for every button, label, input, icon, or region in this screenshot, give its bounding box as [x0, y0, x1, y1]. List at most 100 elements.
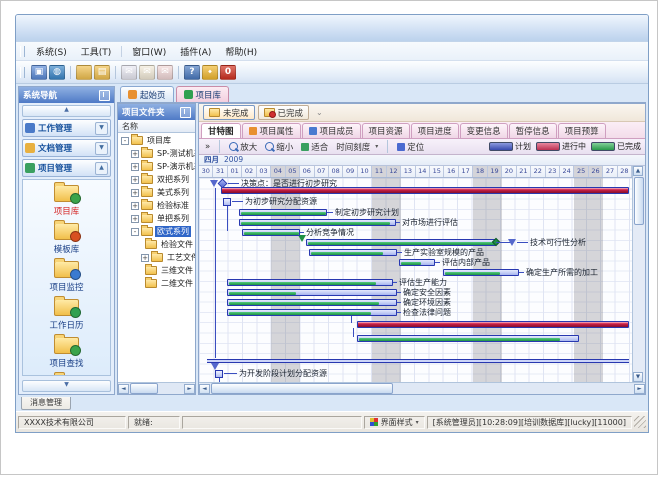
view-tab[interactable]: 项目进度 [411, 123, 459, 138]
status-tab[interactable]: 未完成 [203, 105, 255, 120]
gantt-bar[interactable] [239, 219, 396, 226]
gantt-bar[interactable] [227, 299, 397, 306]
tree-node[interactable]: +SP-测试机系列 [118, 147, 195, 160]
expander-icon[interactable]: - [131, 228, 139, 236]
mail-open-icon[interactable]: ✉ [139, 65, 155, 80]
gantt-bar[interactable] [357, 321, 629, 328]
toolbar-overflow-chevron[interactable]: » [203, 142, 212, 152]
sidebar-item[interactable]: 项目查找 [49, 337, 83, 369]
chevron-icon[interactable]: ▲ [95, 162, 108, 175]
gantt-milestone[interactable] [211, 363, 219, 370]
menu-item[interactable]: 系统(S) [29, 43, 74, 60]
expander-icon[interactable]: + [131, 150, 139, 158]
gantt-bar[interactable] [227, 279, 393, 286]
scroll-thumb[interactable] [211, 383, 393, 394]
stop-icon[interactable]: 0 [220, 65, 236, 80]
lock-icon[interactable]: ⬩ [202, 65, 218, 80]
view-tab[interactable]: 变更信息 [460, 123, 508, 138]
tree-node[interactable]: 检验文件 [118, 238, 195, 251]
view-tab[interactable]: 项目属性 [242, 123, 301, 138]
zoom-out-button[interactable]: 缩小 [263, 141, 295, 153]
gantt-milestone[interactable] [508, 239, 516, 246]
locate-button[interactable]: 定位 [395, 141, 426, 153]
time-scale-button[interactable]: 时间刻度▾ [334, 141, 380, 153]
doc-tab[interactable]: 起始页 [120, 86, 174, 102]
sidebar-group-work-group[interactable]: 工作管理▼ [22, 119, 111, 137]
tree-node[interactable]: +SP-演示机系列 [118, 160, 195, 173]
tree-node[interactable]: +美式系列 [118, 186, 195, 199]
expander-icon[interactable]: + [131, 215, 139, 223]
mail-delete-icon[interactable]: ✉ [157, 65, 173, 80]
tree-hscrollbar[interactable]: ◄ ► [118, 382, 195, 394]
scroll-left-icon[interactable]: ◄ [118, 384, 129, 394]
mail-new-icon[interactable]: ✉ [121, 65, 137, 80]
doc-tab[interactable]: 项目库 [176, 86, 230, 102]
menu-item[interactable]: 帮助(H) [218, 43, 264, 60]
pin-icon[interactable] [180, 107, 191, 118]
gantt-task-box[interactable] [223, 198, 231, 206]
expander-icon[interactable]: + [141, 254, 149, 262]
folder-view-icon[interactable]: ▤ [94, 65, 110, 80]
fit-button[interactable]: 适合 [299, 141, 330, 153]
gantt-bar[interactable] [239, 209, 327, 216]
expander-icon[interactable]: - [121, 137, 129, 145]
chevron-icon[interactable]: ▼ [95, 122, 108, 135]
tree-node[interactable]: 三维文件 [118, 264, 195, 277]
gantt-task-box[interactable] [215, 370, 223, 378]
tree-node[interactable]: +工艺文件 [118, 251, 195, 264]
resize-grip[interactable] [634, 416, 646, 428]
tree-node[interactable]: +单把系列 [118, 212, 195, 225]
menu-item[interactable]: 工具(T) [74, 43, 119, 60]
scroll-right-icon[interactable]: ► [634, 384, 645, 394]
message-manager-tab[interactable]: 消息管理 [21, 397, 71, 410]
gantt-vscrollbar[interactable]: ▲ ▼ [632, 166, 645, 382]
folder-icon[interactable] [76, 65, 92, 80]
ui-style-button[interactable]: 界面样式 ▾ [364, 416, 425, 429]
gantt-bar[interactable] [357, 335, 579, 342]
menu-item[interactable]: 窗口(W) [125, 43, 173, 60]
tree-node[interactable]: -欧式系列 [118, 225, 195, 238]
sidebar-item[interactable]: 工作日历 [49, 299, 83, 331]
tree-node[interactable]: -项目库 [118, 134, 195, 147]
view-tab[interactable]: 项目资源 [362, 123, 410, 138]
view-tab[interactable]: 项目预算 [558, 123, 606, 138]
gantt-bar[interactable] [306, 239, 496, 246]
view-tab[interactable]: 甘特图 [201, 123, 241, 138]
menu-grip[interactable] [20, 46, 25, 57]
gantt-bar[interactable] [443, 269, 519, 276]
expander-icon[interactable]: + [131, 176, 139, 184]
console-icon[interactable]: ▣ [31, 65, 47, 80]
help-icon[interactable]: ? [184, 65, 200, 80]
pin-icon[interactable] [99, 90, 110, 101]
tree-node[interactable]: +双把系列 [118, 173, 195, 186]
sidebar-item[interactable]: 任务查找 [49, 375, 83, 376]
gantt-bar[interactable] [242, 229, 300, 236]
view-tab[interactable]: 暂停信息 [509, 123, 557, 138]
sidebar-item[interactable]: 项目监控 [49, 261, 83, 293]
sidebar-group-document-group[interactable]: 文档管理▼ [22, 139, 111, 157]
gantt-hscrollbar[interactable]: ◄ ► [199, 382, 645, 394]
menu-item[interactable]: 插件(A) [173, 43, 218, 60]
scroll-thumb[interactable] [634, 177, 644, 225]
expander-icon[interactable]: + [131, 189, 139, 197]
view-tab[interactable]: 项目成员 [302, 123, 361, 138]
expander-icon[interactable]: + [131, 202, 139, 210]
globe-icon[interactable]: ◍ [49, 65, 65, 80]
gantt-bar[interactable] [221, 187, 629, 194]
gantt-summary-line[interactable] [207, 359, 629, 363]
gantt-bar[interactable] [309, 249, 397, 256]
sidebar-group-project-group[interactable]: 项目管理▲ [22, 159, 111, 177]
sidebar-scroll-down[interactable]: ▼ [22, 380, 111, 392]
sidebar-scroll-up[interactable]: ▲ [22, 105, 111, 117]
tree-node[interactable]: +检验标准 [118, 199, 195, 212]
scroll-up-icon[interactable]: ▲ [633, 166, 643, 176]
expander-icon[interactable]: + [131, 163, 139, 171]
chevron-icon[interactable]: ▼ [95, 142, 108, 155]
tab-overflow-icon[interactable]: ⌄ [316, 108, 323, 117]
status-tab[interactable]: 已完成 [258, 105, 310, 120]
scroll-thumb[interactable] [130, 383, 158, 394]
zoom-in-button[interactable]: 放大 [227, 141, 259, 153]
sidebar-item[interactable]: 项目库 [54, 185, 80, 217]
gantt-bar[interactable] [399, 259, 435, 266]
gantt-bar[interactable] [227, 309, 397, 316]
